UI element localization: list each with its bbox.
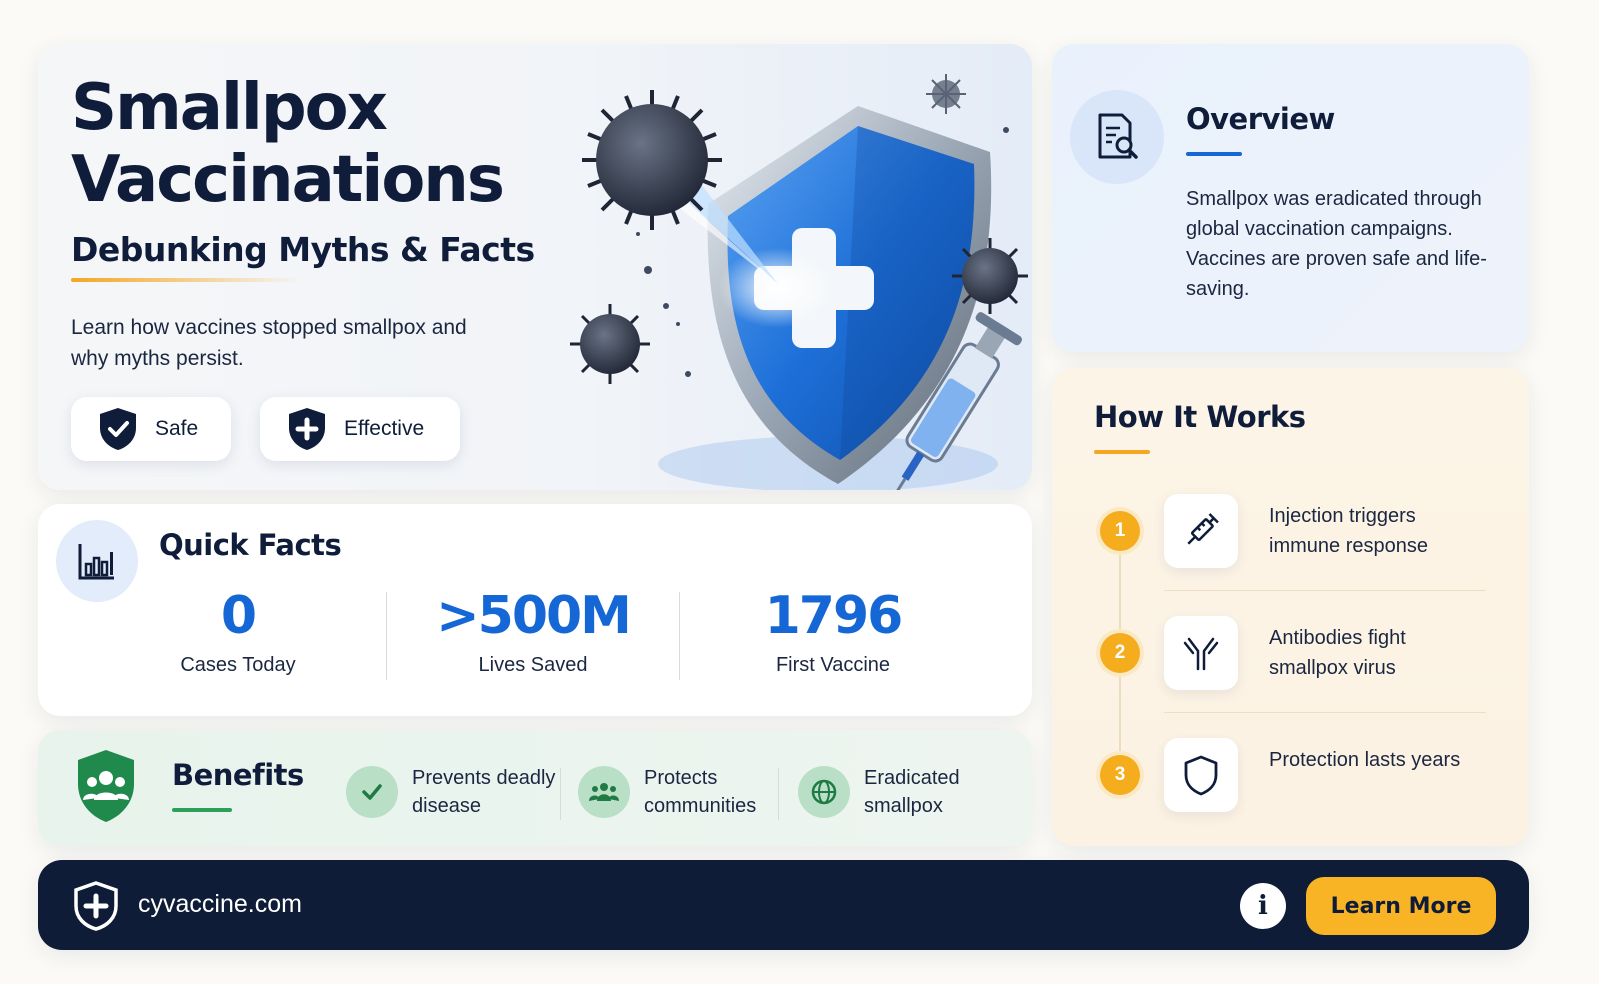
people-icon <box>578 766 630 818</box>
shield-virus-syringe-illustration <box>570 74 1028 490</box>
stat-label: Cases Today <box>180 654 296 676</box>
divider <box>1164 590 1486 591</box>
shield-plus-logo-icon <box>74 881 118 931</box>
benefit-text: Protects communities <box>644 767 757 817</box>
safe-pill-label: Safe <box>155 417 199 440</box>
title-line-1: Smallpox <box>71 71 388 145</box>
step-text: Antibodies fight smallpox virus <box>1269 627 1406 679</box>
step-text: Protection lasts years <box>1269 749 1461 771</box>
benefit-text: Eradicated smallpox <box>864 767 960 817</box>
shield-check-icon <box>100 408 136 450</box>
check-icon <box>346 766 398 818</box>
overview-text: Smallpox was eradicated through global v… <box>1186 188 1487 300</box>
benefits-title: Benefits <box>172 758 304 792</box>
benefit-item: Protects communities <box>578 764 804 820</box>
stat-lives-saved: >500M Lives Saved <box>403 586 663 677</box>
step-number: 3 <box>1100 755 1140 795</box>
globe-icon <box>798 766 850 818</box>
how-it-works-card: How It Works 1 Injection triggers immune… <box>1052 368 1529 846</box>
benefits-underline <box>172 808 232 812</box>
virus-large <box>582 90 722 230</box>
shield-people-icon <box>78 750 134 822</box>
stat-value: 1796 <box>764 586 904 646</box>
info-button[interactable]: i <box>1240 883 1286 929</box>
effective-pill-label: Effective <box>344 417 425 440</box>
stat-first-vaccine: 1796 First Vaccine <box>703 586 963 677</box>
benefit-text: Prevents deadly disease <box>412 767 556 817</box>
overview-underline <box>1186 152 1242 156</box>
footer-domain-link[interactable]: cyvaccine.com <box>138 890 302 919</box>
shield-plus-icon <box>289 408 325 450</box>
step-number: 1 <box>1100 511 1140 551</box>
page-title: Smallpox Vaccinations <box>71 71 505 217</box>
stat-label: First Vaccine <box>775 654 891 676</box>
overview-card: Overview Smallpox was eradicated through… <box>1052 44 1529 352</box>
hero-card: Smallpox Vaccinations Debunking Myths & … <box>38 44 1032 490</box>
quick-facts-title: Quick Facts <box>159 528 342 562</box>
stat-value: >500M <box>436 586 632 646</box>
stat-value: 0 <box>220 586 257 646</box>
syringe-icon <box>1164 494 1238 568</box>
step-item: 3 Protection lasts years <box>1100 736 1520 816</box>
footer-bar: cyvaccine.com i Learn More <box>38 860 1529 950</box>
divider <box>560 768 561 820</box>
stat-label: Lives Saved <box>478 654 588 676</box>
step-text: Injection triggers immune response <box>1269 505 1428 557</box>
title-line-2: Vaccinations <box>71 143 505 217</box>
divider <box>778 768 779 820</box>
benefit-item: Eradicated smallpox <box>798 764 1024 820</box>
step-number: 2 <box>1100 633 1140 673</box>
divider <box>679 592 680 680</box>
hero-description: Learn how vaccines stopped smallpox and … <box>71 316 467 370</box>
quick-facts-card: Quick Facts 0 Cases Today >500M Lives Sa… <box>38 504 1032 716</box>
subtitle-underline <box>71 278 301 282</box>
how-it-works-title: How It Works <box>1094 400 1306 434</box>
document-search-icon <box>1070 90 1164 184</box>
divider <box>1164 712 1486 713</box>
benefits-card: Benefits Prevents deadly disease Protect… <box>38 730 1032 846</box>
divider <box>386 592 387 680</box>
step-item: 2 Antibodies fight smallpox virus <box>1100 614 1520 694</box>
shield-outline-icon <box>1164 738 1238 812</box>
benefit-item: Prevents deadly disease <box>346 764 572 820</box>
hero-subtitle: Debunking Myths & Facts <box>71 230 535 269</box>
effective-pill[interactable]: Effective <box>260 397 460 461</box>
safe-pill[interactable]: Safe <box>71 397 231 461</box>
antibody-icon <box>1164 616 1238 690</box>
overview-title: Overview <box>1186 102 1335 136</box>
how-it-works-underline <box>1094 450 1150 454</box>
learn-more-button[interactable]: Learn More <box>1306 877 1496 935</box>
stat-cases-today: 0 Cases Today <box>108 586 368 677</box>
step-item: 1 Injection triggers immune response <box>1100 492 1520 572</box>
